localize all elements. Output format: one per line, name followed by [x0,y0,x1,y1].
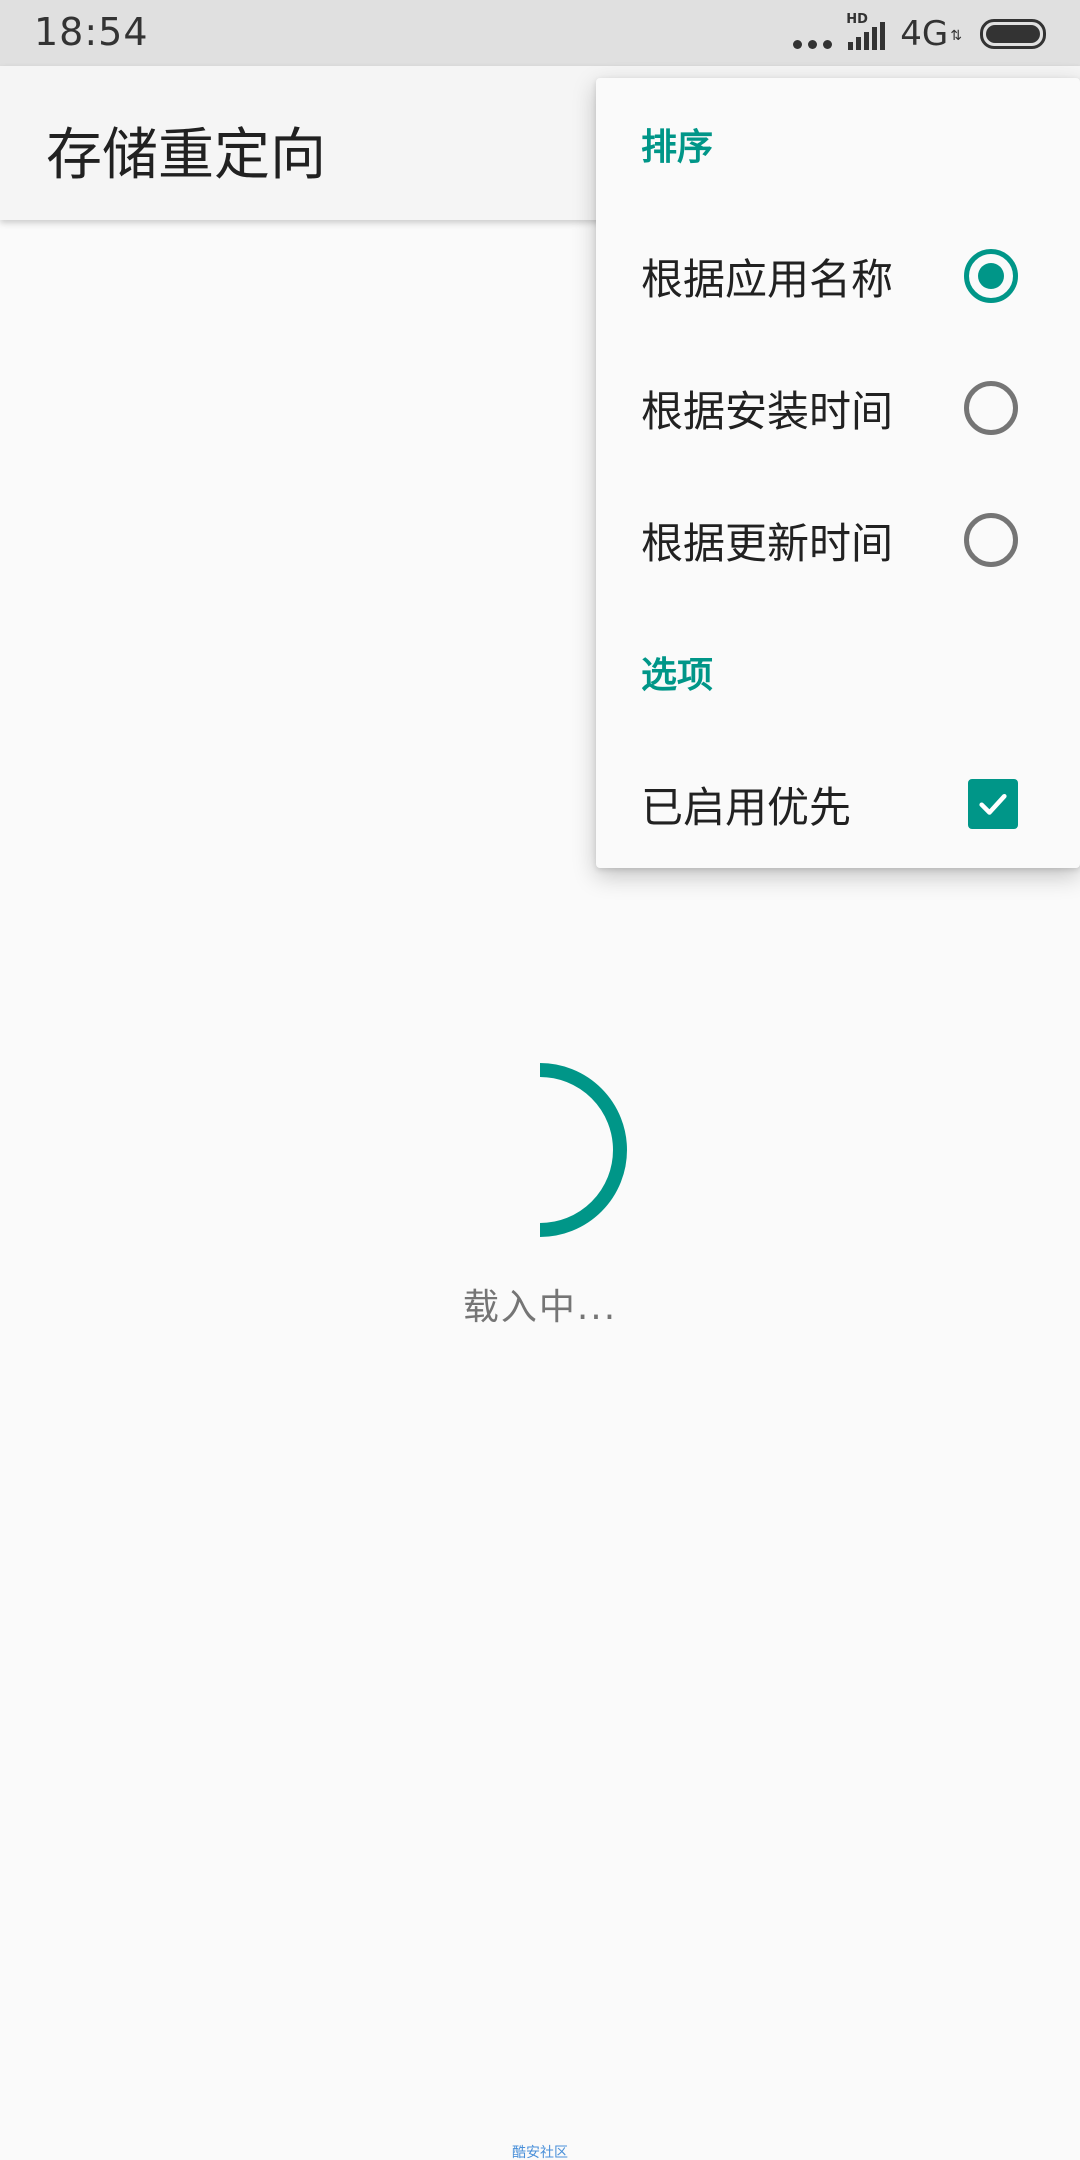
menu-item-label: 根据安装时间 [641,386,894,436]
network-type-label: 4G [900,14,949,54]
status-icons: HD 4G ⇅ [793,12,1046,56]
menu-header-sort: 排序 [641,127,714,168]
screen: 18:54 HD 4G ⇅ 存储重定向 载入中... 酷安社区 排序 根据应用名… [0,0,1080,2160]
sort-options-menu: 排序 根据应用名称 根据安装时间 根据更新时间 选项 已启用优先 [596,78,1080,868]
status-bar: 18:54 HD 4G ⇅ [0,0,1080,66]
menu-item-sort-by-update-time[interactable]: 根据更新时间 [596,480,1080,600]
battery-icon [980,19,1046,49]
signal-icon: HD [846,12,890,52]
radio-unselected-icon[interactable] [964,381,1018,435]
checkmark-icon [979,793,1007,815]
loading-text: 载入中... [462,1287,618,1328]
watermark: 酷安社区 [512,2145,568,2160]
page-title: 存储重定向 [46,123,326,188]
menu-item-enabled-first[interactable]: 已启用优先 [596,744,1080,864]
menu-header-options: 选项 [641,655,714,696]
menu-item-label: 根据更新时间 [641,518,894,568]
menu-item-label: 根据应用名称 [641,254,894,304]
menu-item-sort-by-name[interactable]: 根据应用名称 [596,216,1080,336]
loading-spinner-icon [539,1063,627,1237]
status-time: 18:54 [34,10,149,54]
checkbox-checked-icon[interactable] [968,779,1018,829]
menu-item-label: 已启用优先 [641,782,852,832]
radio-unselected-icon[interactable] [964,513,1018,567]
radio-selected-icon[interactable] [964,249,1018,303]
network-type: 4G ⇅ [900,14,962,54]
menu-item-sort-by-install-time[interactable]: 根据安装时间 [596,348,1080,468]
loading-indicator: 载入中... [0,1050,1080,1330]
more-dots-icon [793,19,833,49]
data-activity-icon: ⇅ [950,28,962,44]
